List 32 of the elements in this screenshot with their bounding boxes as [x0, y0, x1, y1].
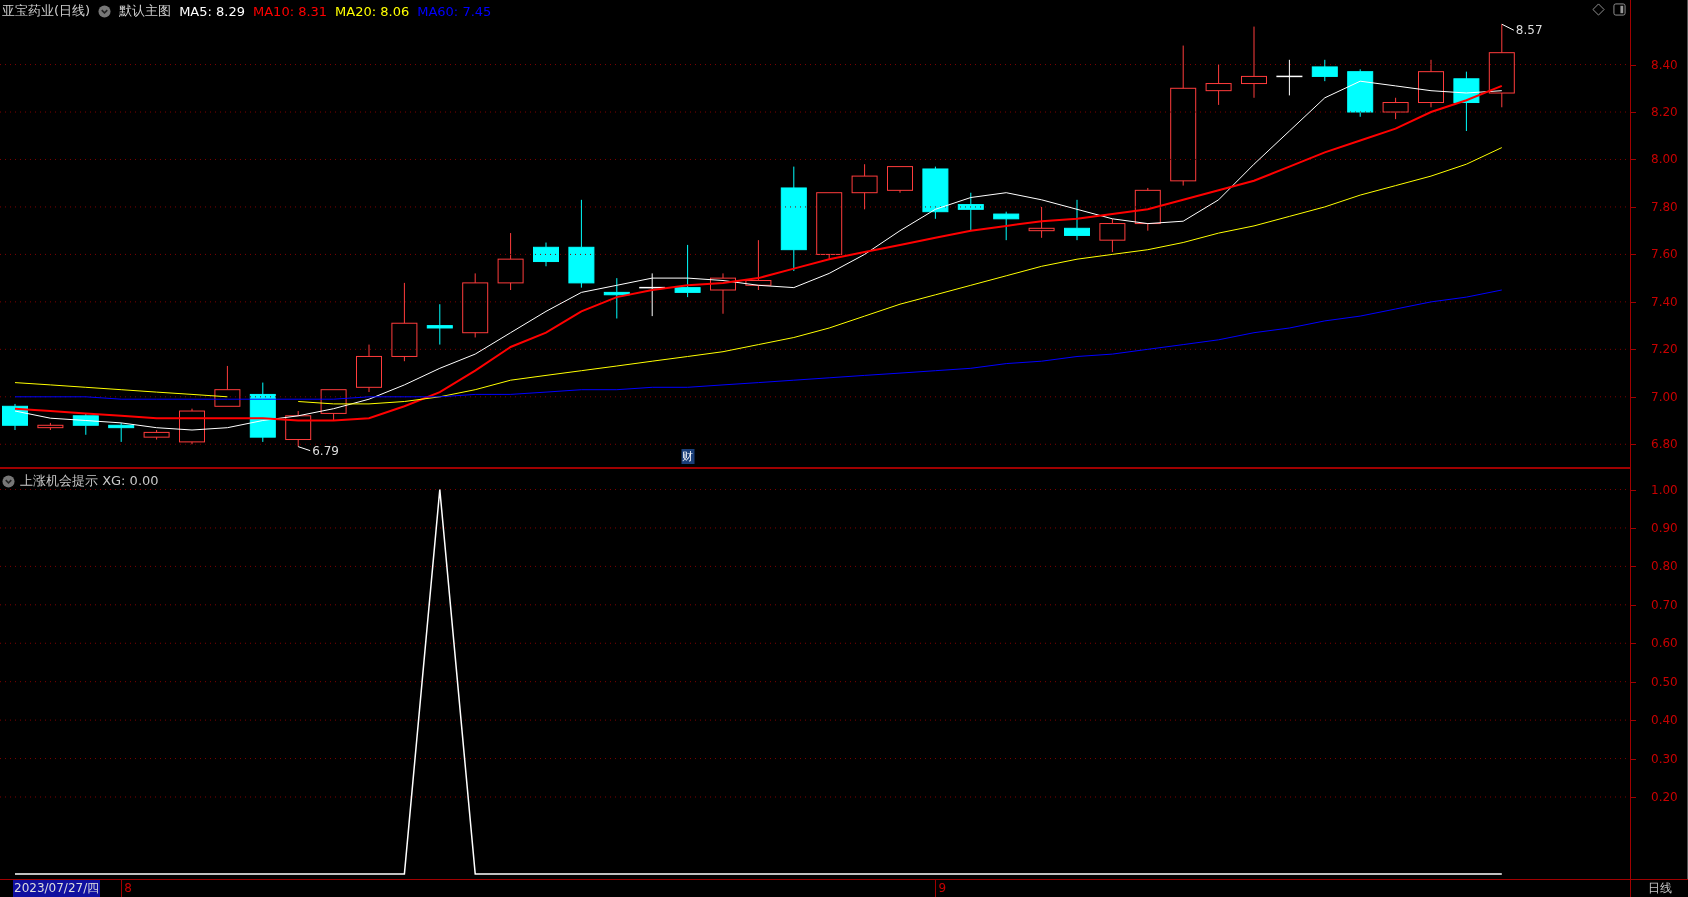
axis-label: 8.40 — [1651, 57, 1678, 72]
axis-label: 0.40 — [1651, 713, 1678, 728]
axis-label: 0.50 — [1651, 674, 1678, 689]
axis-label: 1.00 — [1651, 482, 1678, 497]
axis-label: 0.90 — [1651, 520, 1678, 535]
period-label[interactable]: 日线 — [1631, 880, 1688, 897]
legend-item: MA20: 8.06 — [335, 3, 410, 19]
cursor-date-label: 2023/07/27/四 — [13, 880, 101, 897]
axis-label: 7.60 — [1651, 247, 1678, 262]
axis-label: 7.20 — [1651, 342, 1678, 357]
month-label: 9 — [935, 880, 947, 897]
legend-item: MA5: 8.29 — [179, 3, 245, 19]
axis-label: 7.80 — [1651, 199, 1678, 214]
template-label[interactable]: 默认主图 — [119, 2, 172, 20]
axis-label: 8.00 — [1651, 152, 1678, 167]
axis-label: 0.60 — [1651, 636, 1678, 651]
month-label: 8 — [121, 880, 132, 897]
axis-label: 0.80 — [1651, 559, 1678, 574]
price-label: 8.57 — [1515, 23, 1543, 38]
axis-label: 7.00 — [1651, 389, 1678, 404]
axis-label: 0.20 — [1651, 790, 1678, 804]
indicator-title: 上涨机会提示 XG: 0.00 — [20, 472, 159, 490]
finance-badge[interactable]: 财 — [681, 449, 695, 464]
axis-label: 0.30 — [1651, 751, 1678, 766]
price-label: 6.79 — [312, 443, 339, 458]
legend-item: MA10: 8.31 — [253, 3, 328, 19]
axis-label: 8.20 — [1651, 105, 1678, 119]
legend-item: MA60: 7.45 — [417, 3, 492, 19]
stock-title: 亚宝药业(日线) — [2, 2, 91, 20]
axis-label: 0.70 — [1651, 597, 1678, 612]
axis-label: 6.80 — [1651, 437, 1678, 452]
axis-label: 7.40 — [1651, 294, 1678, 309]
